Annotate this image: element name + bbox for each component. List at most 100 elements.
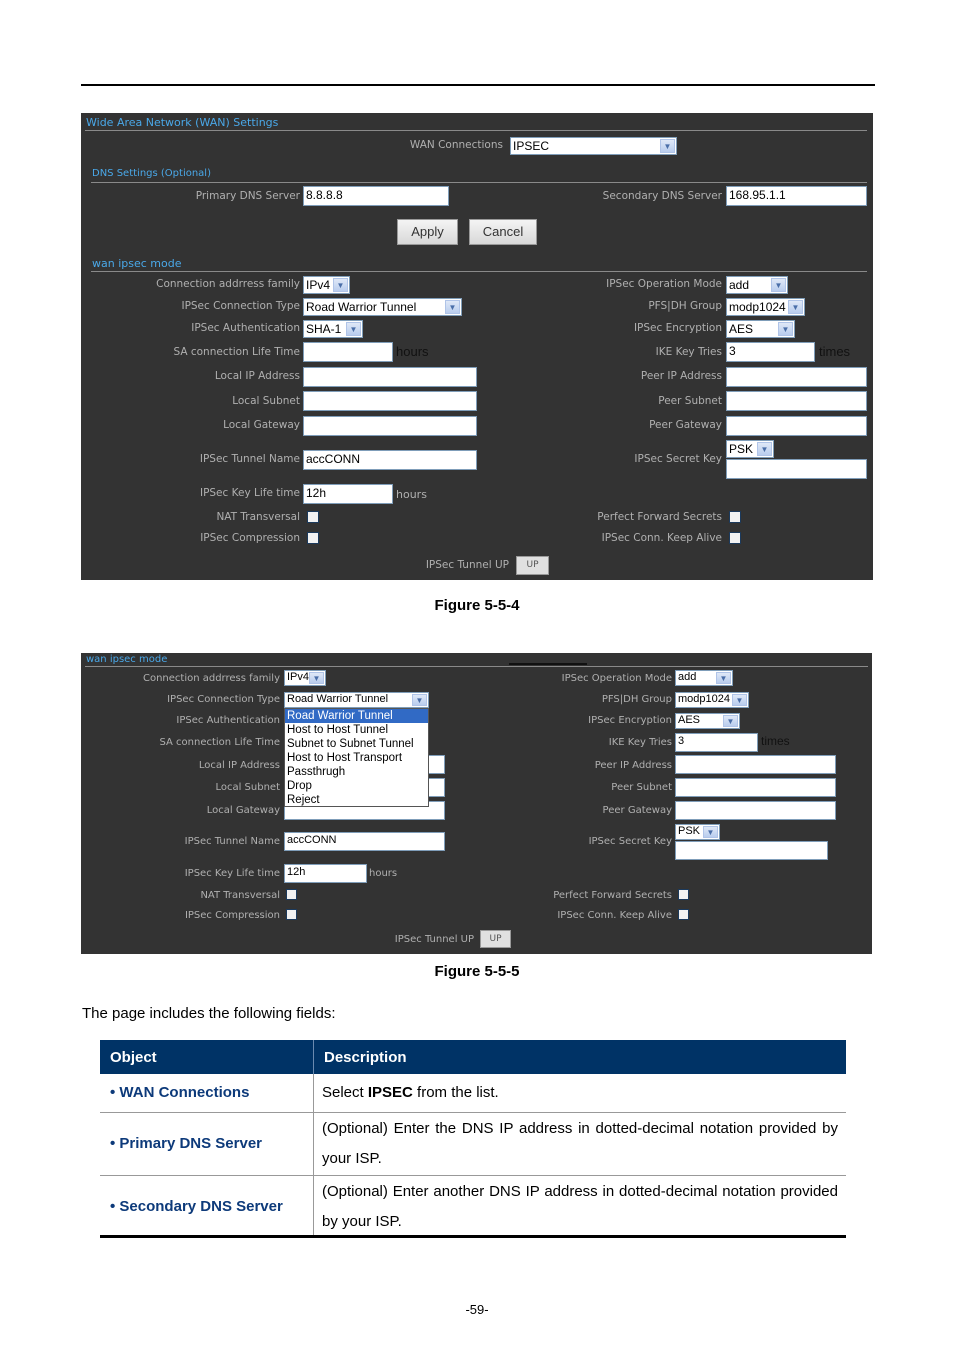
figure-caption: Figure 5-5-4 <box>434 597 520 614</box>
chevron-down-icon: ▼ <box>716 672 731 684</box>
secret-key-input[interactable] <box>675 841 828 860</box>
primary-dns-input[interactable]: 8.8.8.8 <box>303 186 449 206</box>
peer-subnet-input[interactable] <box>675 778 836 797</box>
key-life-input[interactable]: 12h <box>284 864 367 883</box>
auth-select[interactable]: SHA-1 ▼ <box>303 320 363 338</box>
dropdown-option[interactable]: Drop <box>285 779 428 793</box>
tunnel-name-label: IPSec Tunnel Name <box>184 836 280 847</box>
divider <box>85 666 868 667</box>
divider <box>91 182 867 183</box>
peer-gateway-input[interactable] <box>675 801 836 820</box>
primary-dns-label: Primary DNS Server <box>195 190 300 202</box>
chevron-down-icon: ▼ <box>723 715 738 727</box>
pfs-check-label: Perfect Forward Secrets <box>553 890 672 901</box>
pfs-select[interactable]: modp1024 ▼ <box>726 298 805 316</box>
key-life-label: IPSec Key Life time <box>184 868 280 879</box>
local-gateway-label: Local Gateway <box>223 419 300 431</box>
keepalive-checkbox[interactable] <box>729 532 741 544</box>
fields-table: Object Description • WAN Connections Sel… <box>100 1040 846 1238</box>
addr-family-label: Connection addrress family <box>156 278 300 290</box>
key-life-input[interactable]: 12h <box>303 484 393 504</box>
secret-type-select[interactable]: PSK ▼ <box>726 440 774 458</box>
dropdown-option[interactable]: Host to Host Transport <box>285 751 428 765</box>
conn-type-select[interactable]: Road Warrior Tunnel ▼ <box>303 298 462 316</box>
addr-family-select[interactable]: IPv4 ▼ <box>303 276 350 294</box>
chevron-down-icon: ▼ <box>660 139 675 153</box>
cancel-button[interactable]: Cancel <box>469 219 537 245</box>
nat-checkbox[interactable] <box>286 889 297 900</box>
compression-checkbox[interactable] <box>307 532 319 544</box>
op-mode-label: IPSec Operation Mode <box>606 278 722 290</box>
dropdown-option[interactable]: Host to Host Tunnel <box>285 723 428 737</box>
peer-gateway-input[interactable] <box>726 416 867 436</box>
auth-label: IPSec Authentication <box>191 322 300 334</box>
local-ip-input[interactable] <box>303 367 477 387</box>
compression-checkbox[interactable] <box>286 909 297 920</box>
conn-type-label: IPSec Connection Type <box>181 300 300 312</box>
enc-select[interactable]: AES ▼ <box>726 320 795 338</box>
wan-settings-title: Wide Area Network (WAN) Settings <box>86 116 279 129</box>
wan-connections-label: WAN Connections <box>409 139 503 151</box>
op-mode-select[interactable]: add ▼ <box>675 670 733 686</box>
table-cell-object: • Secondary DNS Server <box>100 1175 314 1238</box>
local-gateway-input[interactable] <box>303 416 477 436</box>
peer-ip-input[interactable] <box>726 367 867 387</box>
wan-ipsec-mode-title: wan ipsec mode <box>92 257 182 270</box>
local-subnet-input[interactable] <box>303 391 477 411</box>
divider <box>85 130 867 131</box>
dropdown-option[interactable]: Passthrugh <box>285 765 428 779</box>
pfs-checkbox[interactable] <box>678 889 689 900</box>
addr-family-label: Connection addrress family <box>142 673 280 684</box>
pfs-select[interactable]: modp1024 ▼ <box>675 692 749 708</box>
table-row: • Primary DNS Server (Optional) Enter th… <box>100 1112 846 1176</box>
tunnel-up-label: IPSec Tunnel UP <box>425 559 509 571</box>
divider <box>91 271 867 272</box>
pfs-label: PFS|DH Group <box>601 694 672 705</box>
op-mode-select[interactable]: add ▼ <box>726 276 788 294</box>
addr-family-select[interactable]: IPv4 ▼ <box>284 670 326 686</box>
dropdown-option[interactable]: Reject <box>285 793 428 807</box>
chevron-down-icon: ▼ <box>309 672 324 684</box>
nat-checkbox[interactable] <box>307 511 319 523</box>
chevron-down-icon: ▼ <box>732 694 747 706</box>
peer-ip-input[interactable] <box>675 755 836 774</box>
nat-label: NAT Transversal <box>216 511 300 523</box>
tunnel-up-button[interactable]: UP <box>480 930 511 948</box>
ike-input[interactable]: 3 <box>726 342 815 362</box>
dropdown-option[interactable]: Road Warrior Tunnel <box>285 709 428 723</box>
tunnel-name-input[interactable]: accCONN <box>284 832 445 851</box>
apply-button[interactable]: Apply <box>397 219 458 245</box>
local-gateway-label: Local Gateway <box>206 805 280 816</box>
secondary-dns-input[interactable]: 168.95.1.1 <box>726 186 867 206</box>
pfs-check-label: Perfect Forward Secrets <box>597 511 722 523</box>
compression-label: IPSec Compression <box>184 910 280 921</box>
dropdown-option[interactable]: Subnet to Subnet Tunnel <box>285 737 428 751</box>
chevron-down-icon: ▼ <box>445 300 460 314</box>
enc-select[interactable]: AES ▼ <box>675 713 740 729</box>
table-cell-description: Select IPSEC from the list. <box>313 1074 846 1113</box>
peer-subnet-input[interactable] <box>726 391 867 411</box>
keepalive-label: IPSec Conn. Keep Alive <box>601 532 722 544</box>
figure-caption: Figure 5-5-5 <box>434 963 520 980</box>
peer-subnet-label: Peer Subnet <box>611 782 672 793</box>
pfs-checkbox[interactable] <box>729 511 741 523</box>
nat-label: NAT Transversal <box>200 890 280 901</box>
ike-input[interactable]: 3 <box>675 733 758 752</box>
sa-life-input[interactable] <box>303 342 393 362</box>
dns-settings-title: DNS Settings (Optional) <box>92 168 211 179</box>
conn-type-select[interactable]: Road Warrior Tunnel ▼ <box>284 692 429 708</box>
secret-type-select[interactable]: PSK ▼ <box>675 824 720 840</box>
local-ip-label: Local IP Address <box>198 760 280 771</box>
tunnel-up-label: IPSec Tunnel UP <box>394 934 474 945</box>
wan-connections-select[interactable]: IPSEC ▼ <box>510 137 677 155</box>
keepalive-label: IPSec Conn. Keep Alive <box>557 910 672 921</box>
tunnel-name-input[interactable]: accCONN <box>303 450 477 470</box>
pfs-label: PFS|DH Group <box>648 300 722 312</box>
peer-gateway-label: Peer Gateway <box>602 805 672 816</box>
tunnel-up-button[interactable]: UP <box>516 556 549 575</box>
secret-key-input[interactable] <box>726 459 867 479</box>
secret-key-label: IPSec Secret Key <box>588 836 672 847</box>
keepalive-checkbox[interactable] <box>678 909 689 920</box>
ike-unit: times <box>819 344 851 359</box>
conn-type-dropdown-list[interactable]: Road Warrior Tunnel Host to Host Tunnel … <box>284 708 429 807</box>
